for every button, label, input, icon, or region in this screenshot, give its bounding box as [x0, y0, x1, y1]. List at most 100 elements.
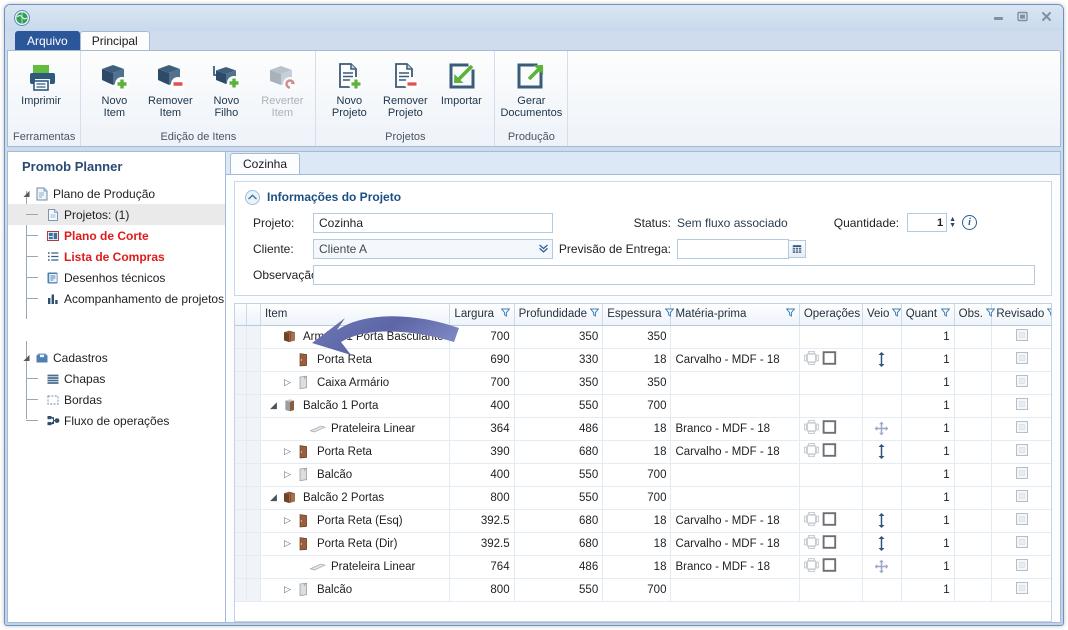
cell-quant[interactable]: 1 — [901, 325, 955, 349]
filter-icon[interactable] — [891, 308, 902, 320]
cell-item[interactable]: ▷ Balcão — [260, 578, 451, 602]
filter-icon[interactable] — [985, 308, 996, 320]
cell-profundidade[interactable]: 486 — [514, 555, 604, 579]
veio-vertical-icon[interactable] — [867, 349, 897, 371]
cell-operacoes[interactable] — [799, 417, 863, 441]
maximize-button[interactable] — [1011, 8, 1033, 24]
cell-veio[interactable] — [862, 325, 902, 349]
cell-operacoes[interactable] — [799, 578, 863, 602]
novo-projeto-button[interactable]: Novo Projeto — [321, 55, 377, 119]
sidebar-item-cadastros[interactable]: ◢ Cadastros — [8, 347, 225, 368]
sidebar-item-acompanhamento[interactable]: Acompanhamento de projetos — [8, 288, 225, 309]
cell-quant[interactable]: 1 — [901, 440, 955, 464]
cell-item[interactable]: ▷ Balcão — [260, 463, 451, 487]
cell-espessura[interactable]: 18 — [602, 348, 672, 372]
cell-profundidade[interactable]: 350 — [514, 325, 604, 349]
cell-espessura[interactable]: 18 — [602, 532, 672, 556]
sidebar-item-chapas[interactable]: Chapas — [8, 368, 225, 389]
cell-obs[interactable] — [954, 325, 993, 349]
cell-revisado[interactable] — [991, 463, 1051, 487]
cell-largura[interactable]: 390 — [449, 440, 515, 464]
cell-quant[interactable]: 1 — [901, 394, 955, 418]
header-veio[interactable]: Veio — [862, 304, 902, 326]
cell-obs[interactable] — [954, 394, 993, 418]
stepper-arrows-icon[interactable]: ▲ ▼ — [949, 216, 956, 229]
cell-revisado[interactable] — [991, 509, 1051, 533]
cell-quant[interactable]: 1 — [901, 463, 955, 487]
cell-largura[interactable]: 700 — [449, 325, 515, 349]
cell-largura[interactable]: 392.5 — [449, 509, 515, 533]
filter-icon[interactable] — [589, 308, 600, 320]
header-item[interactable]: Item — [260, 304, 451, 326]
cell-obs[interactable] — [954, 509, 993, 533]
revisado-checkbox[interactable] — [1015, 329, 1028, 341]
header-largura[interactable]: Largura — [449, 304, 515, 326]
observacao-input[interactable] — [313, 264, 1035, 285]
chevron-right-icon[interactable]: ▷ — [284, 469, 291, 480]
chevron-right-icon[interactable]: ▷ — [284, 515, 291, 526]
cell-operacoes[interactable] — [799, 394, 863, 418]
row-selector[interactable] — [235, 371, 247, 395]
cell-item[interactable]: ◢ Balcão 2 Portas — [260, 486, 451, 510]
filter-icon[interactable] — [940, 308, 951, 320]
row-expander[interactable]: ▷ — [281, 538, 294, 549]
chevron-right-icon[interactable]: ▷ — [284, 377, 291, 388]
cell-materia-prima[interactable] — [670, 394, 800, 418]
cell-operacoes[interactable] — [799, 486, 863, 510]
cell-obs[interactable] — [954, 417, 993, 441]
tab-principal[interactable]: Principal — [79, 31, 150, 50]
filter-icon[interactable] — [500, 308, 511, 320]
filter-icon[interactable] — [785, 308, 796, 320]
table-row[interactable]: Prateleira Linear 364 486 18 Branco - MDF - … — [235, 417, 1051, 441]
cell-quant[interactable]: 1 — [901, 486, 955, 510]
tab-cozinha[interactable]: Cozinha — [230, 153, 301, 174]
cell-materia-prima[interactable] — [670, 463, 800, 487]
sidebar-item-desenhos-tecnicos[interactable]: Desenhos técnicos — [8, 267, 225, 288]
cell-espessura[interactable]: 18 — [602, 440, 672, 464]
chevron-expanded-icon[interactable]: ◢ — [20, 353, 33, 362]
cell-revisado[interactable] — [991, 532, 1051, 556]
quantidade-stepper[interactable]: 1 — [907, 213, 948, 232]
cell-operacoes[interactable] — [799, 348, 863, 372]
cell-veio[interactable] — [862, 555, 902, 579]
header-materia-prima[interactable]: Matéria-prima — [670, 304, 800, 326]
row-expander[interactable]: ◢ — [267, 492, 280, 503]
novo-filho-button[interactable]: Novo Filho — [198, 55, 254, 119]
cell-item[interactable]: ▷ Porta Reta — [260, 440, 451, 464]
square-panel-icon[interactable] — [822, 351, 837, 368]
row-selector[interactable] — [235, 486, 247, 510]
globe-icon[interactable] — [13, 9, 31, 27]
cell-operacoes[interactable] — [799, 463, 863, 487]
cell-operacoes[interactable] — [799, 440, 863, 464]
filter-icon[interactable] — [664, 308, 675, 320]
remover-item-button[interactable]: Remover Item — [142, 55, 198, 119]
veio-free-icon[interactable] — [867, 556, 897, 578]
edge-band-icon[interactable] — [803, 535, 819, 552]
sidebar-item-bordas[interactable]: Bordas — [8, 389, 225, 410]
row-expander[interactable]: ◢ — [267, 400, 280, 411]
cell-veio[interactable] — [862, 578, 902, 602]
sidebar-item-projetos[interactable]: Projetos: (1) — [8, 204, 225, 225]
cell-profundidade[interactable]: 550 — [514, 394, 604, 418]
cell-largura[interactable]: 364 — [449, 417, 515, 441]
revisado-checkbox[interactable] — [1015, 559, 1028, 571]
cell-obs[interactable] — [954, 463, 993, 487]
cell-materia-prima[interactable]: Carvalho - MDF - 18 — [670, 532, 800, 556]
revisado-checkbox[interactable] — [1015, 444, 1028, 456]
cell-veio[interactable] — [862, 509, 902, 533]
header-profundidade[interactable]: Profundidade — [514, 304, 604, 326]
cell-largura[interactable]: 690 — [449, 348, 515, 372]
edge-band-icon[interactable] — [803, 420, 819, 437]
cell-veio[interactable] — [862, 463, 902, 487]
revisado-checkbox[interactable] — [1015, 398, 1028, 410]
cell-item[interactable]: Prateleira Linear — [260, 555, 451, 579]
row-selector[interactable] — [235, 555, 247, 579]
edge-band-icon[interactable] — [803, 351, 819, 368]
cell-obs[interactable] — [954, 578, 993, 602]
cell-revisado[interactable] — [991, 348, 1051, 372]
veio-vertical-icon[interactable] — [867, 441, 897, 463]
cell-profundidade[interactable]: 550 — [514, 486, 604, 510]
cell-quant[interactable]: 1 — [901, 417, 955, 441]
square-panel-icon[interactable] — [822, 535, 837, 552]
cell-profundidade[interactable]: 486 — [514, 417, 604, 441]
